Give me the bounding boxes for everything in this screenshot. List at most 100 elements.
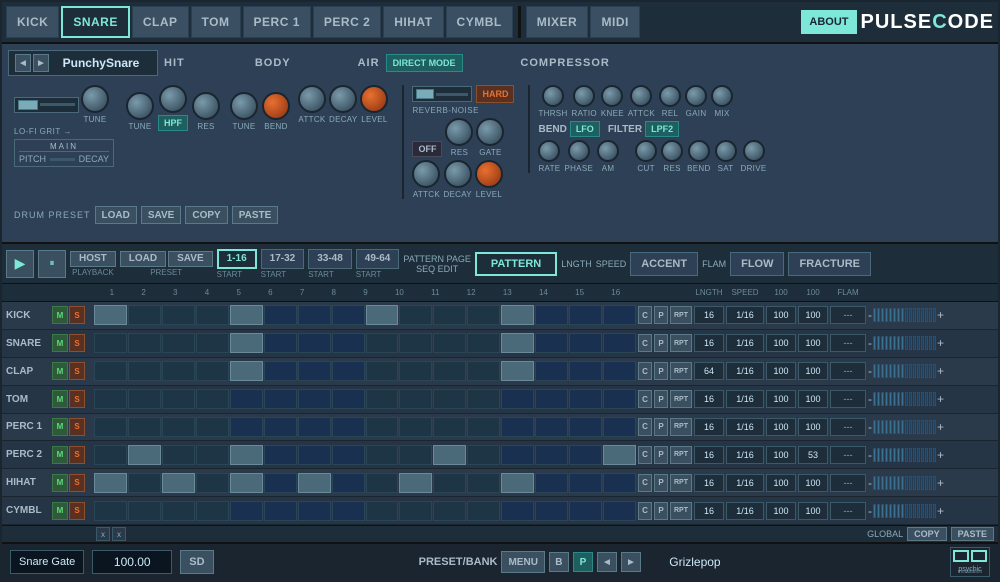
mute-button-6[interactable]: M (52, 474, 68, 492)
seq-cell-1-3[interactable] (196, 333, 229, 353)
seq-cell-4-2[interactable] (162, 417, 195, 437)
air-level-knob[interactable] (475, 160, 503, 188)
seq-cell-3-1[interactable] (128, 389, 161, 409)
seq-cell-7-3[interactable] (196, 501, 229, 521)
val1-4[interactable]: 100 (766, 418, 796, 436)
val1-2[interactable]: 100 (766, 362, 796, 380)
b-button[interactable]: B (549, 552, 569, 572)
val1-3[interactable]: 100 (766, 390, 796, 408)
ratio-knob[interactable] (573, 85, 595, 107)
seq-cell-1-12[interactable] (501, 333, 534, 353)
tune-knob[interactable] (81, 85, 109, 113)
nav-mixer[interactable]: MIXER (526, 6, 589, 38)
seq-cell-7-1[interactable] (128, 501, 161, 521)
val2-3[interactable]: 100 (798, 390, 828, 408)
mute-button-0[interactable]: M (52, 306, 68, 324)
body-tune-knob[interactable] (230, 92, 258, 120)
seq-cell-6-0[interactable] (94, 473, 127, 493)
flow-plus-6[interactable]: + (937, 476, 944, 490)
seq-cell-5-6[interactable] (298, 445, 331, 465)
seq-cell-6-4[interactable] (230, 473, 263, 493)
seq-cell-5-3[interactable] (196, 445, 229, 465)
hpf-button[interactable]: HPF (158, 115, 188, 131)
seq-cell-7-13[interactable] (535, 501, 568, 521)
seq-cell-0-10[interactable] (433, 305, 466, 325)
seq-cell-6-6[interactable] (298, 473, 331, 493)
seq-cell-3-5[interactable] (264, 389, 297, 409)
knee-knob[interactable] (601, 85, 623, 107)
seq-cell-2-1[interactable] (128, 361, 161, 381)
mute-button-7[interactable]: M (52, 502, 68, 520)
seq-cell-7-14[interactable] (569, 501, 602, 521)
seq-cell-5-1[interactable] (128, 445, 161, 465)
rate-knob[interactable] (538, 140, 560, 162)
val1-0[interactable]: 100 (766, 306, 796, 324)
seq-cell-4-6[interactable] (298, 417, 331, 437)
rpt-button-3[interactable]: RPT (670, 390, 692, 408)
drum-save-button[interactable]: SAVE (141, 206, 182, 224)
solo-button-6[interactable]: S (69, 474, 85, 492)
seq-cell-0-3[interactable] (196, 305, 229, 325)
flam-6[interactable]: --- (830, 474, 866, 492)
seq-save-button[interactable]: SAVE (168, 251, 213, 267)
sat-knob[interactable] (715, 140, 737, 162)
lngth-2[interactable]: 64 (694, 362, 724, 380)
seq-cell-2-0[interactable] (94, 361, 127, 381)
seq-cell-1-6[interactable] (298, 333, 331, 353)
seq-cell-0-2[interactable] (162, 305, 195, 325)
val2-1[interactable]: 100 (798, 334, 828, 352)
solo-button-0[interactable]: S (69, 306, 85, 324)
seq-cell-1-5[interactable] (264, 333, 297, 353)
speed-1[interactable]: 1/16 (726, 334, 764, 352)
nav-cymbl[interactable]: CYMBL (446, 6, 513, 38)
flam-7[interactable]: --- (830, 502, 866, 520)
seq-cell-0-13[interactable] (535, 305, 568, 325)
am-knob[interactable] (597, 140, 619, 162)
seq-cell-2-9[interactable] (399, 361, 432, 381)
val2-0[interactable]: 100 (798, 306, 828, 324)
seq-cell-0-5[interactable] (264, 305, 297, 325)
val2-2[interactable]: 100 (798, 362, 828, 380)
seq-cell-7-11[interactable] (467, 501, 500, 521)
seq-cell-5-9[interactable] (399, 445, 432, 465)
p-button-7[interactable]: P (654, 502, 668, 520)
val1-1[interactable]: 100 (766, 334, 796, 352)
cut-knob[interactable] (635, 140, 657, 162)
seq-cell-1-7[interactable] (332, 333, 365, 353)
nav-perc1[interactable]: PERC 1 (243, 6, 311, 38)
seq-cell-4-8[interactable] (366, 417, 399, 437)
p-button-4[interactable]: P (654, 418, 668, 436)
flam-1[interactable]: --- (830, 334, 866, 352)
page-33-48-button[interactable]: 33-48 (308, 249, 352, 269)
seq-cell-0-6[interactable] (298, 305, 331, 325)
seq-cell-4-13[interactable] (535, 417, 568, 437)
solo-button-7[interactable]: S (69, 502, 85, 520)
flow-minus-2[interactable]: - (868, 364, 872, 378)
val2-6[interactable]: 100 (798, 474, 828, 492)
drum-paste-button[interactable]: PASTE (232, 206, 279, 224)
air-decay-knob[interactable] (444, 160, 472, 188)
nav-snare[interactable]: SNARE (61, 6, 130, 38)
hard-button[interactable]: HARD (476, 85, 514, 103)
direct-mode-button[interactable]: DIRECT MODE (386, 54, 463, 72)
p-button-2[interactable]: P (654, 362, 668, 380)
seq-cell-5-0[interactable] (94, 445, 127, 465)
seq-cell-5-12[interactable] (501, 445, 534, 465)
seq-cell-3-9[interactable] (399, 389, 432, 409)
drum-load-button[interactable]: LOAD (95, 206, 137, 224)
c-button-2[interactable]: C (638, 362, 652, 380)
seq-cell-3-12[interactable] (501, 389, 534, 409)
nav-midi[interactable]: MIDI (590, 6, 640, 38)
flow-minus-6[interactable]: - (868, 476, 872, 490)
nav-hihat[interactable]: HIHAT (383, 6, 443, 38)
flow-plus-3[interactable]: + (937, 392, 944, 406)
seq-cell-7-6[interactable] (298, 501, 331, 521)
seq-cell-7-15[interactable] (603, 501, 636, 521)
seq-cell-6-2[interactable] (162, 473, 195, 493)
seq-cell-6-14[interactable] (569, 473, 602, 493)
seq-cell-4-5[interactable] (264, 417, 297, 437)
mute-button-3[interactable]: M (52, 390, 68, 408)
speed-3[interactable]: 1/16 (726, 390, 764, 408)
seq-cell-0-8[interactable] (366, 305, 399, 325)
solo-button-5[interactable]: S (69, 446, 85, 464)
